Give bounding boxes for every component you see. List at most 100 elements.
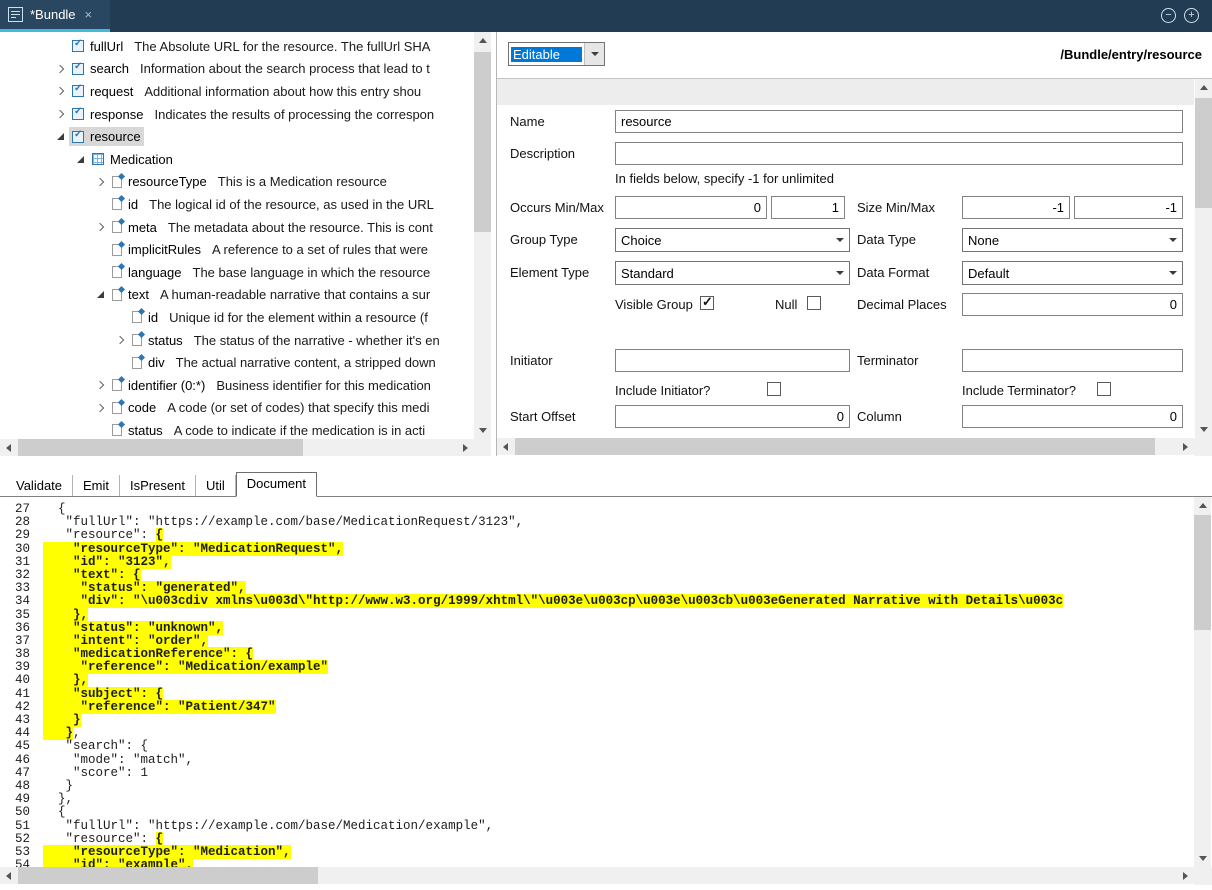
include-initiator-checkbox[interactable] [767, 382, 781, 396]
scrollbar-thumb[interactable] [474, 52, 491, 232]
tree-item-id[interactable]: idUnique id for the element within a res… [0, 306, 474, 329]
tree-item-text[interactable]: textA human-readable narrative that cont… [0, 284, 474, 307]
scroll-down-button[interactable] [1195, 421, 1212, 438]
scroll-right-button[interactable] [1177, 438, 1194, 455]
collapse-arrow-icon[interactable] [92, 284, 109, 307]
chevron-down-icon[interactable] [830, 262, 849, 284]
tab-ispresent[interactable]: IsPresent [120, 475, 196, 496]
occurs-min-input[interactable] [615, 196, 767, 219]
data-format-select[interactable]: Default [962, 261, 1183, 285]
code-text: { [43, 502, 66, 516]
scroll-down-button[interactable] [474, 422, 491, 439]
tab-validate[interactable]: Validate [6, 475, 73, 496]
code-line: 46 "mode": "match", [8, 753, 1194, 766]
circle-minus-button[interactable]: − [1161, 8, 1176, 23]
scroll-left-button[interactable] [497, 438, 514, 455]
tree-item-meta[interactable]: metaThe metadata about the resource. Thi… [0, 216, 474, 239]
tree-item-identifier-0[interactable]: identifier (0:*)Business identifier for … [0, 374, 474, 397]
size-max-input[interactable] [1074, 196, 1183, 219]
code-text: }, [43, 608, 88, 622]
description-input[interactable] [615, 142, 1183, 165]
decimal-places-input[interactable] [962, 293, 1183, 316]
tree-item-resource[interactable]: resource [0, 125, 474, 148]
terminator-input[interactable] [962, 349, 1183, 372]
null-checkbox[interactable] [807, 296, 821, 310]
tab-util[interactable]: Util [196, 475, 236, 496]
scrollbar-thumb[interactable] [1195, 98, 1212, 208]
scrollbar-thumb[interactable] [515, 438, 1155, 455]
expand-arrow-icon[interactable] [52, 103, 69, 126]
element-type-select[interactable]: Standard [615, 261, 850, 285]
document-horizontal-scrollbar[interactable] [0, 867, 1194, 884]
expand-arrow-icon[interactable] [92, 216, 109, 239]
scrollbar-thumb[interactable] [18, 867, 318, 884]
line-number: 44 [8, 726, 30, 740]
group-type-select[interactable]: Choice [615, 228, 850, 252]
scroll-up-button[interactable] [1195, 79, 1212, 96]
start-offset-input[interactable] [615, 405, 850, 428]
scroll-left-button[interactable] [0, 439, 17, 456]
tree-item-response[interactable]: responseIndicates the results of process… [0, 103, 474, 126]
line-number: 29 [8, 528, 30, 542]
tab-bundle[interactable]: *Bundle × [0, 0, 110, 32]
scroll-right-button[interactable] [457, 439, 474, 456]
scroll-up-button[interactable] [474, 32, 491, 49]
inspector-vertical-scrollbar[interactable] [1195, 79, 1212, 438]
document-vertical-scrollbar[interactable] [1194, 497, 1211, 867]
chevron-down-icon[interactable] [830, 229, 849, 251]
tree-item-id[interactable]: idThe logical id of the resource, as use… [0, 193, 474, 216]
expand-arrow-icon[interactable] [52, 80, 69, 103]
code-text: "intent": "order", [43, 634, 208, 648]
tree-item-request[interactable]: requestAdditional information about how … [0, 80, 474, 103]
expand-arrow-icon[interactable] [92, 374, 109, 397]
chevron-down-icon[interactable] [1163, 229, 1182, 251]
visible-group-checkbox[interactable] [700, 296, 714, 310]
name-input[interactable] [615, 110, 1183, 133]
tree-vertical-scrollbar[interactable] [474, 32, 491, 439]
tree-item-code[interactable]: codeA code (or set of codes) that specif… [0, 397, 474, 420]
code-line: 38 "medicationReference": { [8, 647, 1194, 660]
editable-mode-select[interactable]: Editable [508, 42, 605, 66]
circle-plus-button[interactable]: + [1184, 8, 1199, 23]
tree-item-language[interactable]: languageThe base language in which the r… [0, 261, 474, 284]
expand-arrow-icon[interactable] [112, 329, 129, 352]
tree-item-status[interactable]: statusThe status of the narrative - whet… [0, 329, 474, 352]
size-min-input[interactable] [962, 196, 1070, 219]
tree-item-medication[interactable]: Medication [0, 148, 474, 171]
collapse-arrow-icon[interactable] [52, 125, 69, 148]
expand-arrow-icon[interactable] [92, 171, 109, 194]
tree-horizontal-scrollbar[interactable] [0, 439, 474, 456]
document-code-editor[interactable]: 27 {28 "fullUrl": "https://example.com/b… [0, 497, 1194, 867]
scroll-up-button[interactable] [1194, 497, 1211, 514]
tab-emit[interactable]: Emit [73, 475, 120, 496]
chevron-down-icon[interactable] [1163, 262, 1182, 284]
tree-item-div[interactable]: divThe actual narrative content, a strip… [0, 351, 474, 374]
column-input[interactable] [962, 405, 1183, 428]
scrollbar-thumb[interactable] [18, 439, 303, 456]
expand-arrow-icon[interactable] [52, 58, 69, 81]
data-type-select[interactable]: None [962, 228, 1183, 252]
scroll-down-button[interactable] [1194, 850, 1211, 867]
scroll-right-button[interactable] [1177, 867, 1194, 884]
field-icon [112, 402, 122, 414]
element-tree[interactable]: fullUrlThe Absolute URL for the resource… [0, 32, 474, 439]
element-type-label: Element Type [510, 265, 589, 280]
tree-item-search[interactable]: searchInformation about the search proce… [0, 58, 474, 81]
chevron-down-icon[interactable] [584, 43, 604, 65]
code-text: "fullUrl": "https://example.com/base/Med… [43, 819, 493, 833]
tree-item-implicitrules[interactable]: implicitRulesA reference to a set of rul… [0, 238, 474, 261]
scrollbar-thumb[interactable] [1194, 515, 1211, 630]
initiator-input[interactable] [615, 349, 850, 372]
scroll-left-button[interactable] [0, 867, 17, 884]
expand-arrow-icon[interactable] [92, 397, 109, 420]
tree-item-status[interactable]: statusA code to indicate if the medicati… [0, 419, 474, 439]
collapse-arrow-icon[interactable] [72, 148, 89, 171]
field-icon [132, 357, 142, 369]
inspector-horizontal-scrollbar[interactable] [497, 438, 1194, 455]
tab-document[interactable]: Document [236, 472, 317, 497]
occurs-max-input[interactable] [771, 196, 845, 219]
tree-item-fullurl[interactable]: fullUrlThe Absolute URL for the resource… [0, 35, 474, 58]
tab-close-icon[interactable]: × [85, 7, 93, 22]
include-terminator-checkbox[interactable] [1097, 382, 1111, 396]
tree-item-resourcetype[interactable]: resourceTypeThis is a Medication resourc… [0, 171, 474, 194]
